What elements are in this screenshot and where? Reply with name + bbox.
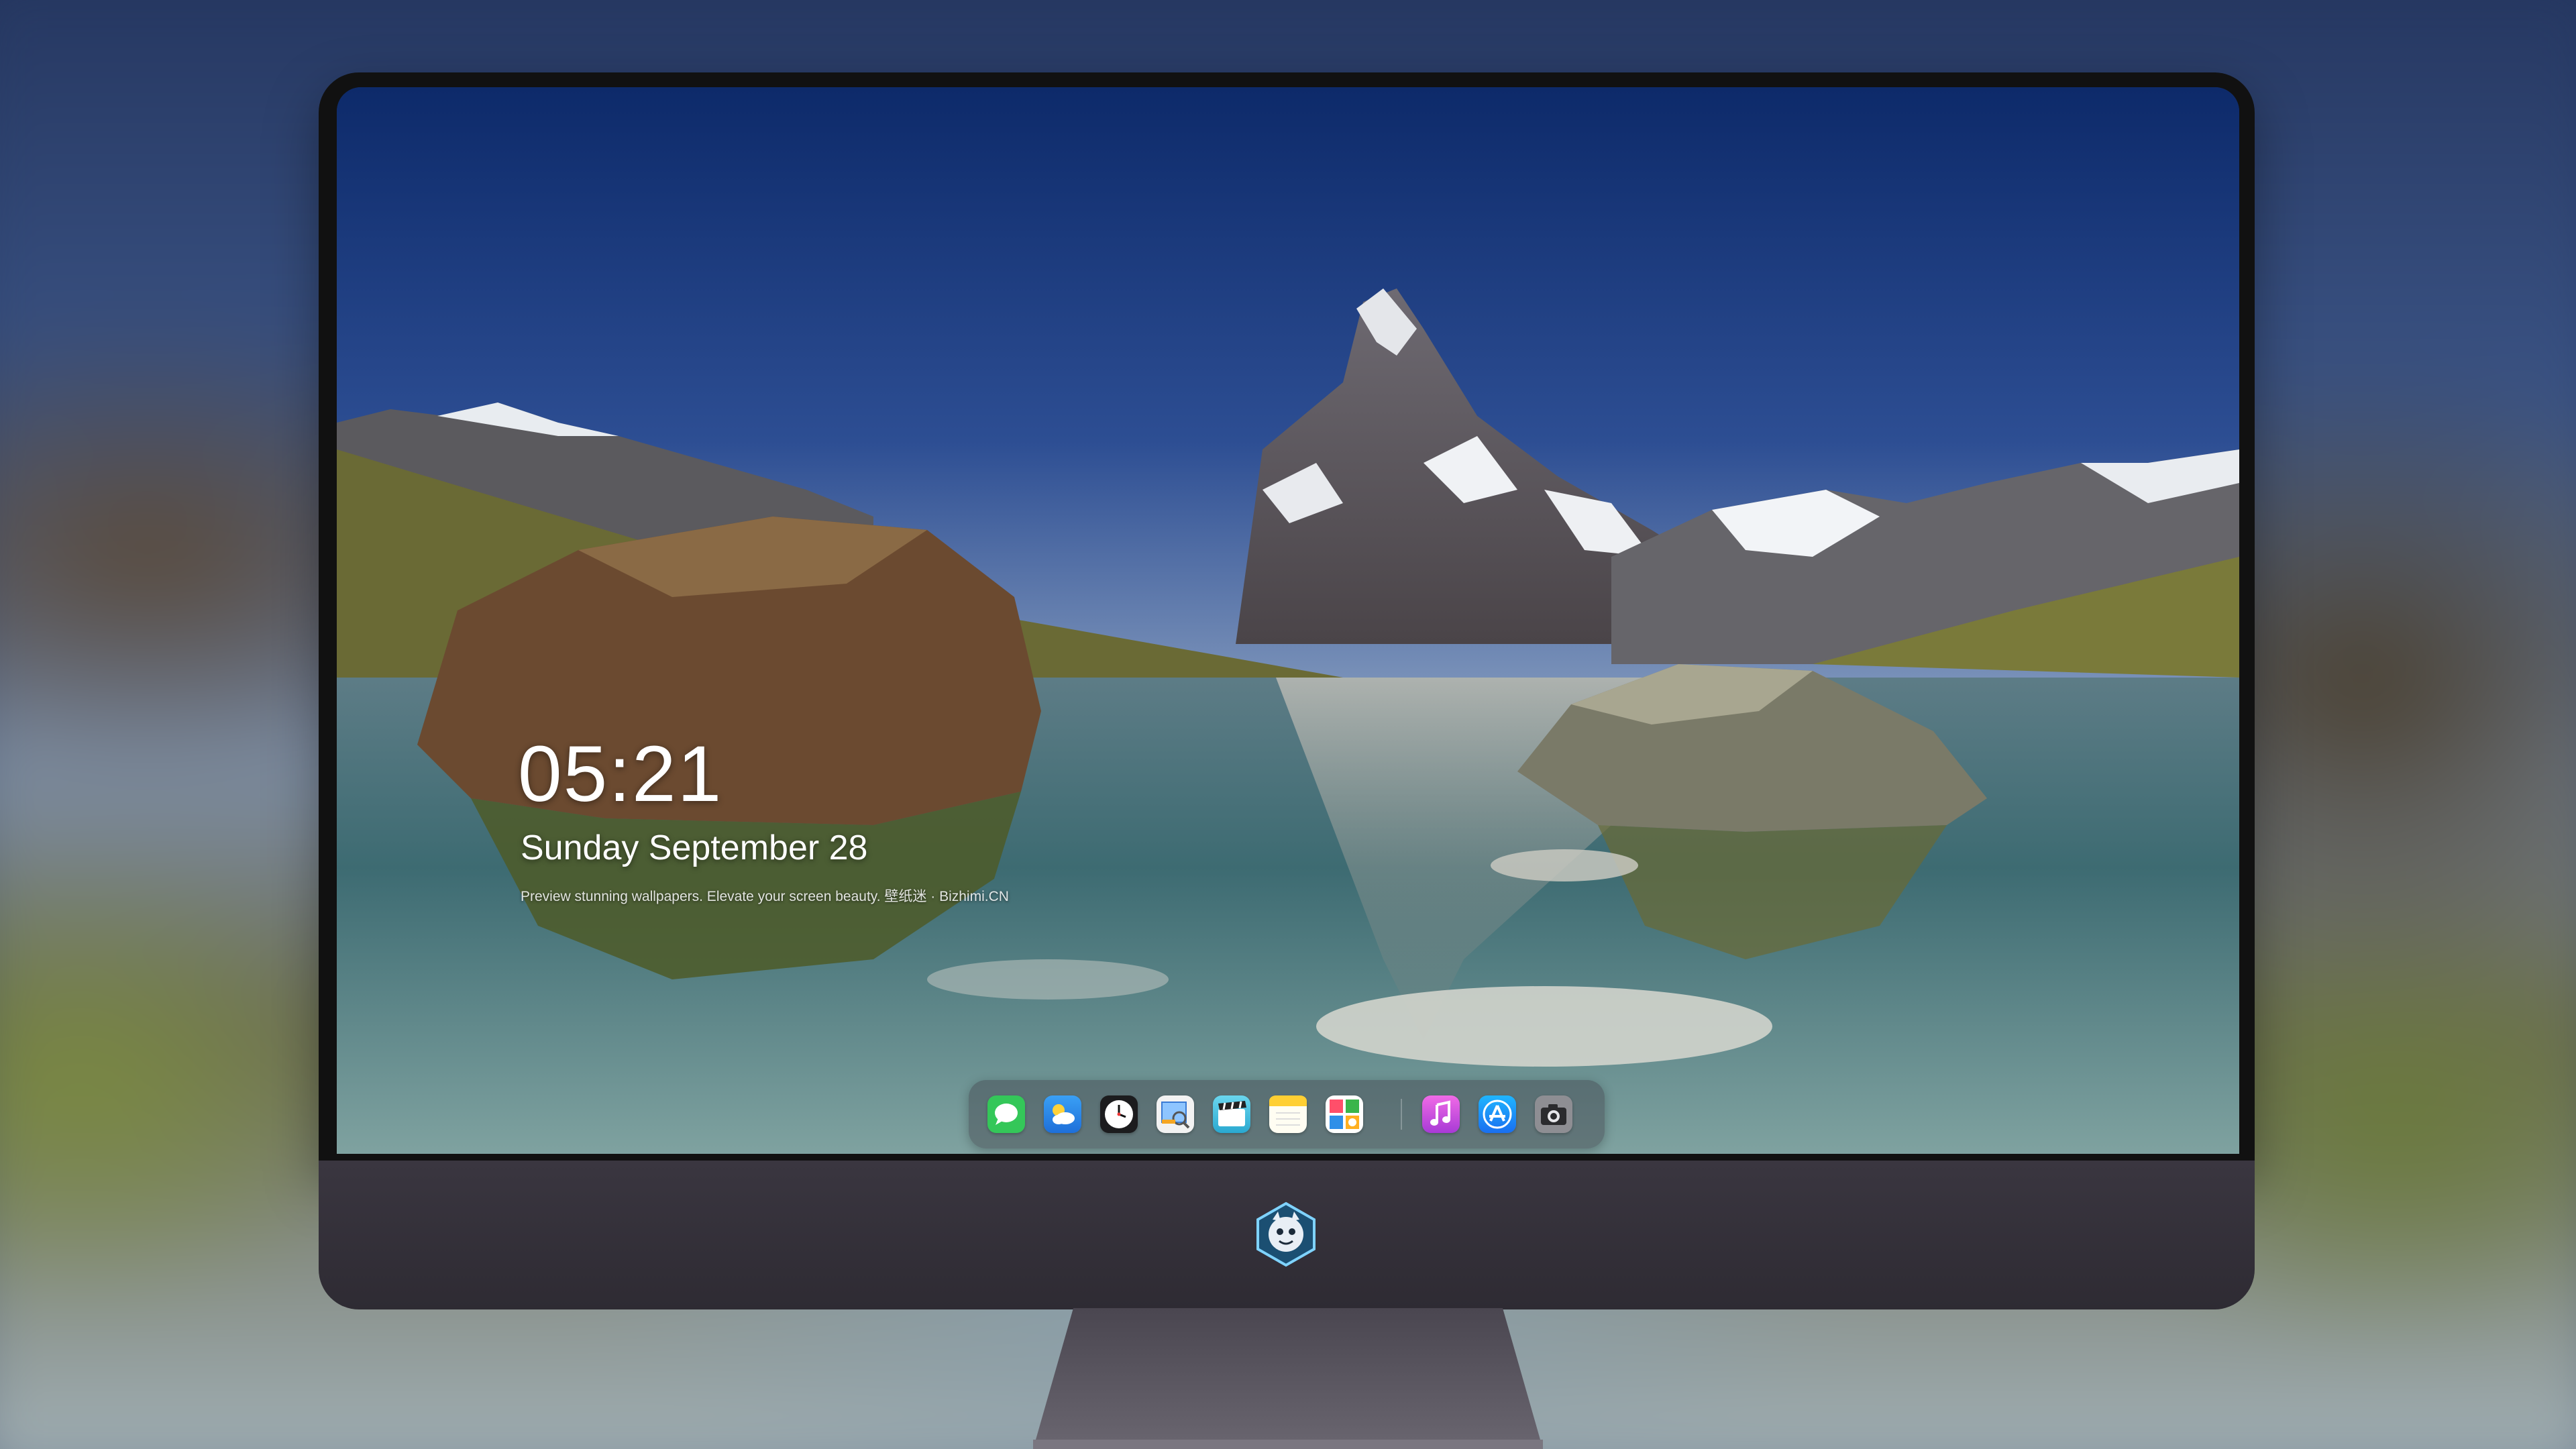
preview-icon[interactable]: [1157, 1095, 1194, 1133]
dock-separator: [1401, 1099, 1402, 1130]
messages-icon[interactable]: [987, 1095, 1025, 1133]
photo-booth-icon[interactable]: [1326, 1095, 1363, 1133]
clips-icon[interactable]: [1213, 1095, 1250, 1133]
mascot-logo-icon: [1256, 1201, 1316, 1267]
lockscreen-tagline: Preview stunning wallpapers. Elevate you…: [521, 889, 1009, 904]
monitor-screen: 05:21 Sunday September 28 Preview stunni…: [337, 87, 2239, 1154]
clock-icon[interactable]: [1100, 1095, 1138, 1133]
app-store-icon[interactable]: [1479, 1095, 1516, 1133]
lockscreen-date: Sunday September 28: [521, 828, 868, 867]
wallpaper-landscape: [337, 87, 2239, 1154]
app-dock: [969, 1080, 1605, 1148]
camera-icon[interactable]: [1535, 1095, 1572, 1133]
desktop-stage: 05:21 Sunday September 28 Preview stunni…: [0, 0, 2576, 1449]
notes-icon[interactable]: [1269, 1095, 1307, 1133]
music-icon[interactable]: [1422, 1095, 1460, 1133]
monitor-stand: [1033, 1308, 1543, 1449]
weather-icon[interactable]: [1044, 1095, 1081, 1133]
lockscreen-clock: 05:21: [518, 730, 723, 818]
